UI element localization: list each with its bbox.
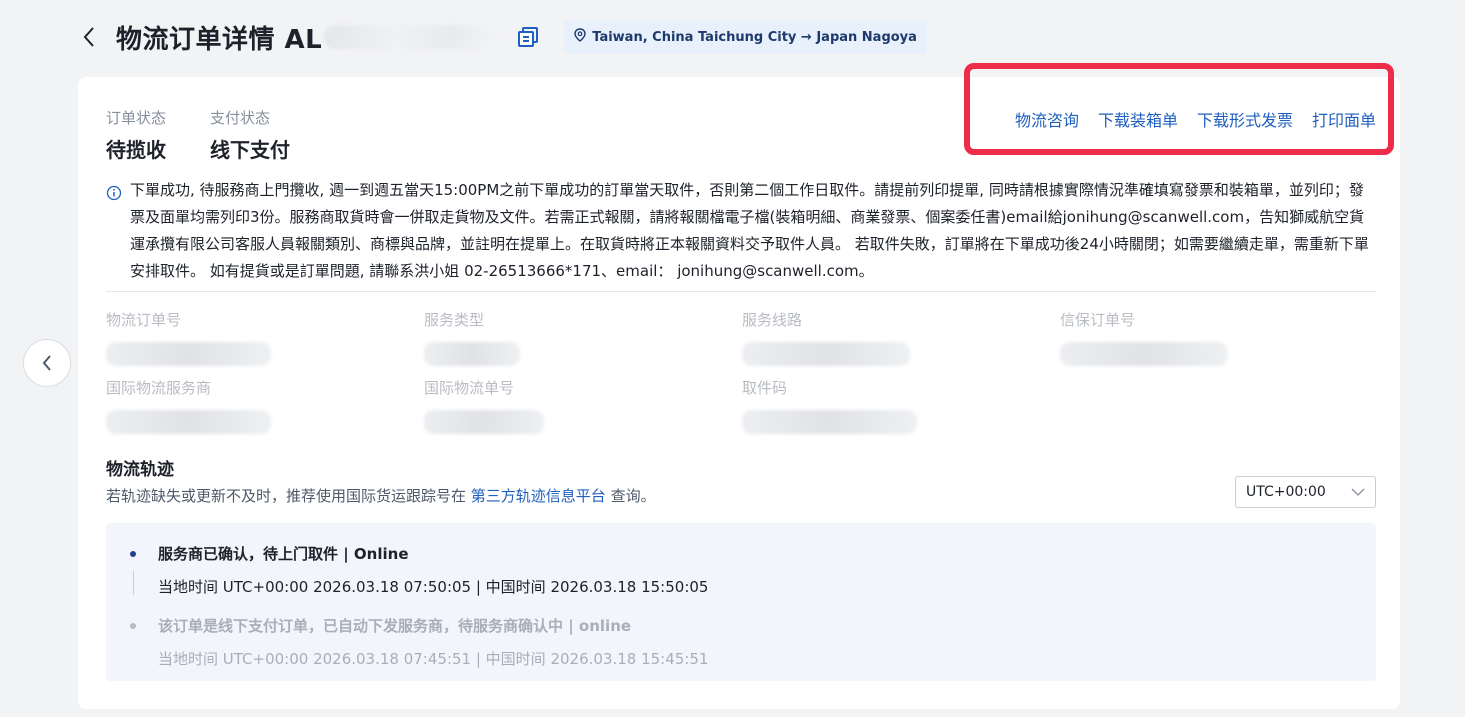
action-links: 物流咨询 下载装箱单 下载形式发票 打印面单 xyxy=(1015,107,1376,131)
field-label: 物流订单号 xyxy=(106,311,182,329)
field-label: 服务线路 xyxy=(742,311,803,329)
order-notice: 下單成功, 待服務商上門攬收, 週一到週五當天15:00PM之前下單成功的訂單當… xyxy=(106,177,1376,285)
field-insurance-order-no: 信保订单号 xyxy=(1060,309,1228,366)
redacted-order-id xyxy=(324,25,505,49)
timeline-dot xyxy=(130,623,136,629)
copy-icon[interactable] xyxy=(516,25,540,49)
info-icon xyxy=(106,183,122,285)
third-party-tracking-link[interactable]: 第三方轨迹信息平台 xyxy=(471,487,606,505)
tracking-subtitle-suffix: 查询。 xyxy=(605,487,656,505)
download-proforma-invoice-link[interactable]: 下载形式发票 xyxy=(1197,107,1293,131)
route-tag: Taiwan, China Taichung City → Japan Nago… xyxy=(564,20,927,54)
field-label: 取件码 xyxy=(742,379,788,397)
field-intl-tracking-no: 国际物流单号 xyxy=(424,377,544,434)
field-pickup-code: 取件码 xyxy=(742,377,917,434)
payment-status: 支付状态 线下支付 xyxy=(210,107,290,163)
payment-status-label: 支付状态 xyxy=(210,109,271,127)
order-detail-card: 订单状态 待揽收 支付状态 线下支付 物流咨询 下载装箱单 下载形式发票 打印面… xyxy=(78,63,1400,709)
timeline-connector xyxy=(133,571,134,595)
section-divider xyxy=(106,291,1376,292)
field-label: 信保订单号 xyxy=(1060,311,1136,329)
logistics-consult-link[interactable]: 物流咨询 xyxy=(1015,107,1079,131)
chevron-left-icon xyxy=(42,355,51,371)
order-status: 订单状态 待揽收 xyxy=(106,107,166,163)
location-pin-icon xyxy=(574,28,586,46)
payment-status-value: 线下支付 xyxy=(210,138,291,162)
status-group: 订单状态 待揽收 支付状态 线下支付 xyxy=(106,107,290,163)
page-title: 物流订单详情 AL xyxy=(116,24,323,55)
redacted-value xyxy=(424,410,544,434)
timeline-event: 服务商已确认，待上门取件 | Online 当地时间 UTC+00:00 202… xyxy=(130,543,708,597)
field-intl-provider: 国际物流服务商 xyxy=(106,377,271,434)
order-status-value: 待揽收 xyxy=(106,138,166,162)
tracking-timeline: 服务商已确认，待上门取件 | Online 当地时间 UTC+00:00 202… xyxy=(106,523,1376,681)
field-label: 国际物流单号 xyxy=(424,379,515,397)
event-time: 当地时间 UTC+00:00 2026.03.18 07:45:51 | 中国时… xyxy=(158,650,709,668)
route-text: Taiwan, China Taichung City → Japan Nago… xyxy=(592,29,917,45)
field-logistics-order-no: 物流订单号 xyxy=(106,309,271,366)
print-label-link[interactable]: 打印面单 xyxy=(1312,107,1376,131)
timezone-select[interactable]: UTC+00:00 xyxy=(1235,476,1376,508)
redacted-value xyxy=(106,410,271,434)
previous-page-button[interactable] xyxy=(23,339,71,387)
order-status-label: 订单状态 xyxy=(106,109,167,127)
event-title: 该订单是线下支付订单，已自动下发服务商，待服务商确认中 | online xyxy=(158,617,632,635)
redacted-value xyxy=(742,342,910,366)
chevron-down-icon xyxy=(1351,488,1365,496)
timeline-event: 该订单是线下支付订单，已自动下发服务商，待服务商确认中 | online 当地时… xyxy=(130,615,708,669)
redacted-value xyxy=(742,410,917,434)
field-service-type: 服务类型 xyxy=(424,309,520,366)
event-time: 当地时间 UTC+00:00 2026.03.18 07:50:05 | 中国时… xyxy=(158,578,709,596)
tracking-subtitle-prefix: 若轨迹缺失或更新不及时，推荐使用国际货运跟踪号在 xyxy=(106,487,471,505)
tracking-subtitle: 若轨迹缺失或更新不及时，推荐使用国际货运跟踪号在 第三方轨迹信息平台 查询。 xyxy=(106,485,656,506)
notice-text: 下單成功, 待服務商上門攬收, 週一到週五當天15:00PM之前下單成功的訂單當… xyxy=(130,181,1369,280)
field-service-route: 服务线路 xyxy=(742,309,910,366)
back-arrow-icon[interactable] xyxy=(78,26,100,48)
timezone-value: UTC+00:00 xyxy=(1246,484,1326,500)
download-packing-list-link[interactable]: 下载装箱单 xyxy=(1098,107,1178,131)
page-header: 物流订单详情 AL Taiwan, China Taichung City → … xyxy=(78,14,927,60)
redacted-value xyxy=(106,342,271,366)
redacted-value xyxy=(1060,342,1228,366)
field-label: 服务类型 xyxy=(424,311,485,329)
timeline-dot xyxy=(130,551,136,557)
field-label: 国际物流服务商 xyxy=(106,379,212,397)
tracking-title: 物流轨迹 xyxy=(106,460,174,480)
event-title: 服务商已确认，待上门取件 | Online xyxy=(158,545,409,563)
redacted-value xyxy=(424,342,520,366)
